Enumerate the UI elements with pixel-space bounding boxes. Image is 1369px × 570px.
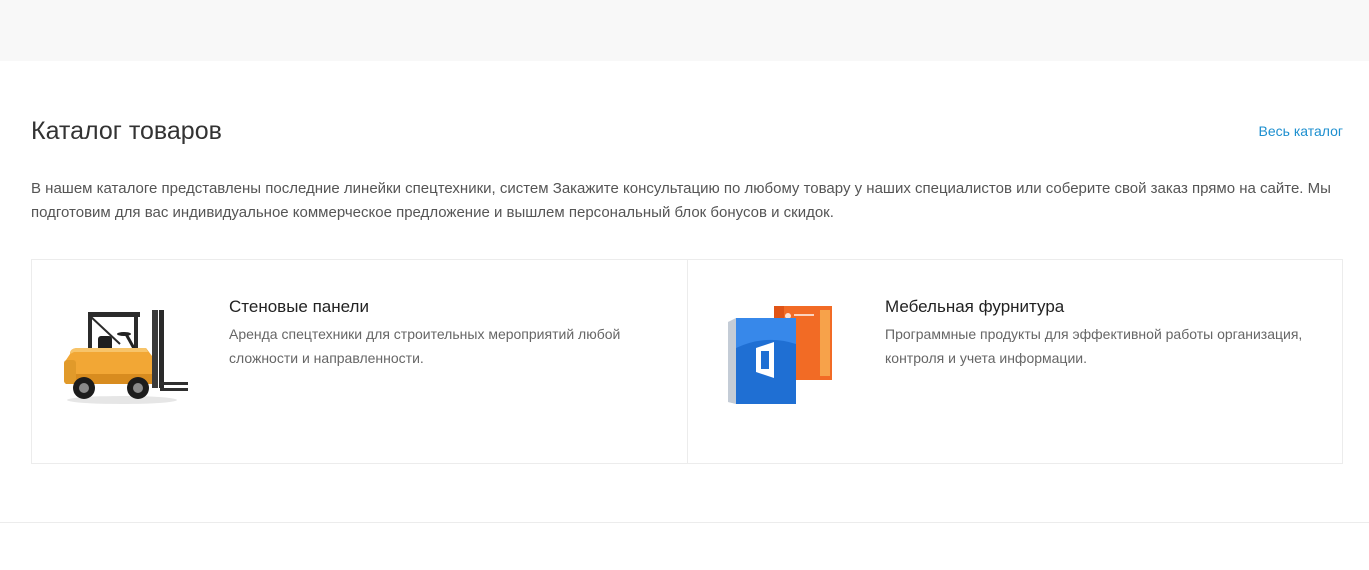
catalog-card-furniture-hardware[interactable]: Мебельная фурнитура Программные продукты… [687,260,1342,463]
card-description: Аренда спецтехники для строительных меро… [229,326,621,366]
software-box-image[interactable] [726,304,856,408]
top-strip [0,0,1369,61]
card-description: Программные продукты для эффективной раб… [885,326,1303,366]
card-title[interactable]: Мебельная фурнитура [885,296,1064,318]
section-divider [0,522,1369,523]
catalog-intro: В нашем каталоге представлены последние … [31,180,1331,221]
all-catalog-link[interactable]: Весь каталог [1259,122,1343,140]
forklift-image[interactable] [60,304,190,408]
catalog-cards: Стеновые панели Аренда спецтехники для с… [31,259,1343,464]
page-title: Каталог товаров [31,117,222,145]
card-title[interactable]: Стеновые панели [229,296,369,318]
catalog-card-wall-panels[interactable]: Стеновые панели Аренда спецтехники для с… [32,260,687,463]
